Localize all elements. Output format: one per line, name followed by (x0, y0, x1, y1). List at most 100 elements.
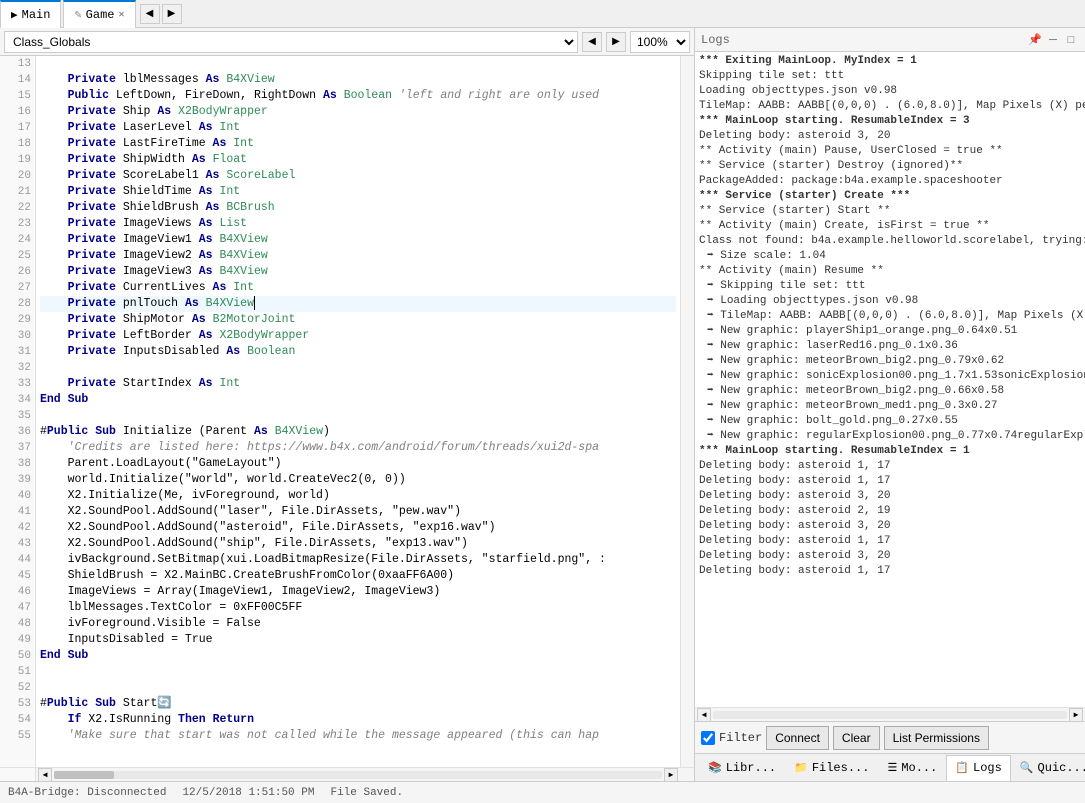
log-line: Deleting body: asteroid 3, 20 (699, 519, 1081, 534)
connect-button[interactable]: Connect (766, 726, 829, 750)
code-line[interactable]: Private lblMessages As B4XView (40, 72, 676, 88)
code-line[interactable]: 'Credits are listed here: https://www.b4… (40, 440, 676, 456)
code-line[interactable]: Private ImageViews As List (40, 216, 676, 232)
code-line[interactable]: #Public Sub Start🔄 (40, 696, 676, 712)
code-area: 1314151617181920212223242526272829303132… (0, 56, 694, 767)
logs-minimize-btn[interactable]: ─ (1045, 32, 1061, 48)
log-line: ➡ New graphic: meteorBrown_big2.png_0.79… (699, 354, 1081, 369)
code-line[interactable]: Parent.LoadLayout("GameLayout") (40, 456, 676, 472)
code-line[interactable]: Private ImageView2 As B4XView (40, 248, 676, 264)
line-number: 39 (0, 472, 35, 488)
code-line[interactable]: Private ShieldBrush As BCBrush (40, 200, 676, 216)
code-line[interactable]: If X2.IsRunning Then Return (40, 712, 676, 728)
code-line[interactable]: Private LastFireTime As Int (40, 136, 676, 152)
code-line[interactable]: End Sub (40, 392, 676, 408)
log-line: ➡ Skipping tile set: ttt (699, 279, 1081, 294)
code-line[interactable] (40, 408, 676, 424)
code-line[interactable]: Private Ship As X2BodyWrapper (40, 104, 676, 120)
log-line: Skipping tile set: ttt (699, 69, 1081, 84)
line-number: 26 (0, 264, 35, 280)
quick-tab-label: Quic... (1038, 761, 1085, 775)
code-line[interactable]: world.Initialize("world", world.CreateVe… (40, 472, 676, 488)
code-line[interactable]: X2.SoundPool.AddSound("ship", File.DirAs… (40, 536, 676, 552)
code-line[interactable]: Private ShipMotor As B2MotorJoint (40, 312, 676, 328)
code-content[interactable]: Private lblMessages As B4XView Public Le… (36, 56, 680, 767)
code-line[interactable]: ivForeground.Visible = False (40, 616, 676, 632)
tab-nav-left[interactable]: ◀ (140, 4, 160, 24)
code-line[interactable] (40, 680, 676, 696)
log-line: ➡ New graphic: laserRed16.png_0.1x0.36 (699, 339, 1081, 354)
bottom-tab-more[interactable]: ☰Mo... (878, 755, 946, 781)
title-bar: ▶ Main ✎ Game ✕ ◀ ▶ (0, 0, 1085, 28)
bottom-tab-logs[interactable]: 📋Logs (946, 755, 1011, 781)
code-toolbar: Class_Globals ◀ ▶ 100% (0, 28, 694, 56)
log-line: Class not found: b4a.example.helloworld.… (699, 234, 1081, 249)
code-nav-right[interactable]: ▶ (606, 32, 626, 52)
code-hscroll: ◀ ▶ (0, 767, 694, 781)
code-line[interactable]: Private ImageView3 As B4XView (40, 264, 676, 280)
line-number: 31 (0, 344, 35, 360)
bottom-tab-lib[interactable]: 📚Libr... (699, 755, 785, 781)
logs-hscroll: ◀ ▶ (695, 707, 1085, 721)
log-line: ** Service (starter) Start ** (699, 204, 1081, 219)
log-line: ** Activity (main) Pause, UserClosed = t… (699, 144, 1081, 159)
zoom-select[interactable]: 100% (630, 31, 690, 53)
logs-hscroll-right[interactable]: ▶ (1069, 708, 1083, 722)
code-line[interactable]: #Public Sub Initialize (Parent As B4XVie… (40, 424, 676, 440)
code-line[interactable]: Private ScoreLabel1 As ScoreLabel (40, 168, 676, 184)
hscroll-right[interactable]: ▶ (664, 768, 678, 782)
log-line: Deleting body: asteroid 1, 17 (699, 534, 1081, 549)
tab-game[interactable]: ✎ Game ✕ (63, 0, 135, 28)
code-line[interactable]: Private ShieldTime As Int (40, 184, 676, 200)
code-line[interactable]: ivBackground.SetBitmap(xui.LoadBitmapRes… (40, 552, 676, 568)
code-line[interactable]: X2.SoundPool.AddSound("asteroid", File.D… (40, 520, 676, 536)
line-number: 35 (0, 408, 35, 424)
tab-nav-right[interactable]: ▶ (162, 4, 182, 24)
code-line[interactable]: ImageViews = Array(ImageView1, ImageView… (40, 584, 676, 600)
filter-checkbox[interactable] (701, 731, 715, 745)
code-line[interactable]: End Sub (40, 648, 676, 664)
hscroll-left[interactable]: ◀ (38, 768, 52, 782)
code-scrollbar[interactable] (680, 56, 694, 767)
logs-toolbar: Filter Connect Clear List Permissions (695, 721, 1085, 753)
class-select[interactable]: Class_Globals (4, 31, 578, 53)
code-line[interactable]: lblMessages.TextColor = 0xFF00C5FF (40, 600, 676, 616)
bottom-tab-quick[interactable]: 🔍Quic... (1011, 755, 1085, 781)
line-number: 54 (0, 712, 35, 728)
logs-maximize-btn[interactable]: □ (1063, 32, 1079, 48)
line-numbers: 1314151617181920212223242526272829303132… (0, 56, 36, 767)
code-line[interactable]: Private CurrentLives As Int (40, 280, 676, 296)
code-line[interactable]: X2.SoundPool.AddSound("laser", File.DirA… (40, 504, 676, 520)
log-line: ➡ New graphic: sonicExplosion00.png_1.7x… (699, 369, 1081, 384)
log-line: ➡ New graphic: meteorBrown_med1.png_0.3x… (699, 399, 1081, 414)
logs-pin-btn[interactable]: 📌 (1027, 32, 1043, 48)
code-line[interactable] (40, 56, 676, 72)
tab-main[interactable]: ▶ Main (0, 0, 61, 28)
more-tab-icon: ☰ (887, 761, 897, 775)
code-line[interactable]: Private ShipWidth As Float (40, 152, 676, 168)
game-tab-close[interactable]: ✕ (118, 9, 124, 21)
code-line[interactable]: ShieldBrush = X2.MainBC.CreateBrushFromC… (40, 568, 676, 584)
code-line[interactable]: InputsDisabled = True (40, 632, 676, 648)
code-line[interactable]: Public LeftDown, FireDown, RightDown As … (40, 88, 676, 104)
permissions-button[interactable]: List Permissions (884, 726, 989, 750)
code-line[interactable]: Private ImageView1 As B4XView (40, 232, 676, 248)
line-number: 43 (0, 536, 35, 552)
clear-button[interactable]: Clear (833, 726, 880, 750)
bottom-tab-files[interactable]: 📁Files... (785, 755, 878, 781)
code-line[interactable]: 'Make sure that start was not called whi… (40, 728, 676, 744)
code-line[interactable] (40, 664, 676, 680)
code-line[interactable]: Private LeftBorder As X2BodyWrapper (40, 328, 676, 344)
code-line[interactable] (40, 360, 676, 376)
line-number: 23 (0, 216, 35, 232)
code-line[interactable]: Private pnlTouch As B4XView (40, 296, 676, 312)
code-line[interactable]: Private LaserLevel As Int (40, 120, 676, 136)
log-line: Deleting body: asteroid 3, 20 (699, 489, 1081, 504)
code-line[interactable]: Private StartIndex As Int (40, 376, 676, 392)
log-line: ** Service (starter) Destroy (ignored)** (699, 159, 1081, 174)
code-line[interactable]: X2.Initialize(Me, ivForeground, world) (40, 488, 676, 504)
code-nav-left[interactable]: ◀ (582, 32, 602, 52)
logs-hscroll-left[interactable]: ◀ (697, 708, 711, 722)
code-line[interactable]: Private InputsDisabled As Boolean (40, 344, 676, 360)
logs-content[interactable]: *** Exiting MainLoop. MyIndex = 1 Skippi… (695, 52, 1085, 707)
